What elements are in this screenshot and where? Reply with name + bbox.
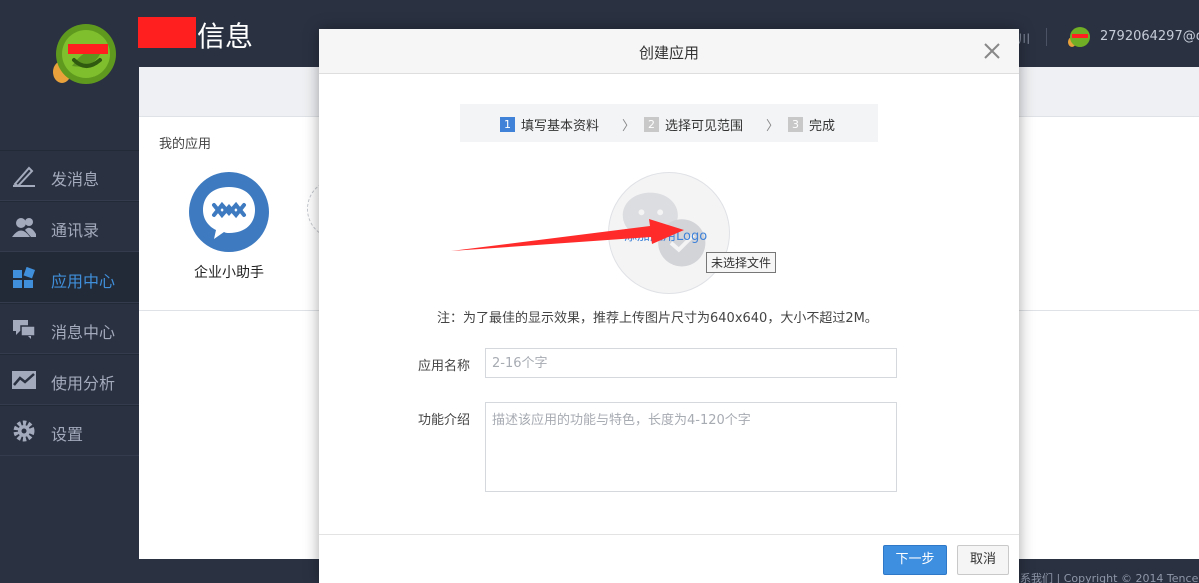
footer-copyright: 系我们 | Copyright © 2014 Tencent <box>1020 572 1199 583</box>
upload-note: 注：为了最佳的显示效果，推荐上传图片尺寸为640x640，大小不超过2M。 <box>437 311 878 326</box>
step-number: 3 <box>788 117 803 132</box>
sidebar-item-app-center[interactable]: 应用中心 <box>0 252 139 303</box>
pencil-icon <box>13 166 35 187</box>
next-button[interactable]: 下一步 <box>883 545 947 575</box>
close-icon[interactable] <box>982 41 1002 61</box>
step-indicator: 1 填写基本资料 〉 2 选择可见范围 〉 3 完成 <box>460 104 878 142</box>
dialog-title: 创建应用 <box>638 44 699 62</box>
sidebar-item-analytics[interactable]: 使用分析 <box>0 354 139 405</box>
cancel-button[interactable]: 取消 <box>957 545 1009 575</box>
sidebar-item-label: 应用中心 <box>51 272 116 291</box>
sidebar-item-label: 使用分析 <box>51 374 116 393</box>
sidebar-item-contacts[interactable]: 通讯录 <box>0 201 139 252</box>
brand-logo-icon <box>53 24 116 84</box>
step-number: 2 <box>644 117 659 132</box>
app-name-label: 应用名称 <box>418 359 471 374</box>
app-name-input[interactable] <box>485 348 897 378</box>
step-1: 1 填写基本资料 <box>500 115 599 134</box>
app-name[interactable]: 企业小助手 <box>179 262 279 282</box>
sidebar-item-label: 发消息 <box>51 170 100 189</box>
step-label: 完成 <box>809 119 836 134</box>
step-3: 3 完成 <box>788 115 835 134</box>
section-title: 我的应用 <box>159 137 212 152</box>
sidebar-item-label: 消息中心 <box>51 323 116 342</box>
upload-logo-label[interactable]: 添加应用Logo <box>624 225 707 244</box>
user-account[interactable]: 2792064297@qq <box>1100 29 1199 44</box>
sidebar-item-label: 通讯录 <box>51 221 100 240</box>
sidebar-item-settings[interactable]: 设置 <box>0 405 139 456</box>
create-app-dialog: 创建应用 1 填写基本资料 〉 2 选择可见范围 〉 3 完成 添加应用Logo… <box>319 29 1019 583</box>
brand-title: 信息 <box>197 20 254 53</box>
contacts-icon <box>12 218 36 237</box>
user-avatar-icon[interactable] <box>1066 25 1090 49</box>
header-divider <box>1046 28 1047 46</box>
sidebar-item-send-message[interactable]: 发消息 <box>0 150 139 201</box>
file-tooltip: 未选择文件 <box>706 252 777 273</box>
app-description-label: 功能介绍 <box>418 413 471 428</box>
app-description-input[interactable] <box>485 402 897 492</box>
dialog-header: 创建应用 <box>319 29 1019 74</box>
step-2: 2 选择可见范围 <box>644 115 743 134</box>
step-label: 选择可见范围 <box>665 119 744 134</box>
chevron-right-icon: 〉 <box>766 119 780 134</box>
sidebar-item-label: 设置 <box>51 425 84 444</box>
sidebar-item-message-center[interactable]: 消息中心 <box>0 303 139 354</box>
sidebar: 发消息 通讯录 应用中心 消息中心 使用分析 设置 <box>0 150 139 456</box>
step-label: 填写基本资料 <box>521 119 600 134</box>
apps-icon <box>13 267 36 288</box>
analytics-icon <box>12 371 36 389</box>
chevron-right-icon: 〉 <box>622 119 636 134</box>
assistant-icon[interactable] <box>188 171 270 253</box>
step-number: 1 <box>500 117 515 132</box>
header-link-fragment[interactable]: 川 <box>1018 30 1030 47</box>
messages-icon <box>13 320 36 339</box>
gear-icon <box>13 420 35 442</box>
redacted-brand-block <box>138 17 196 48</box>
